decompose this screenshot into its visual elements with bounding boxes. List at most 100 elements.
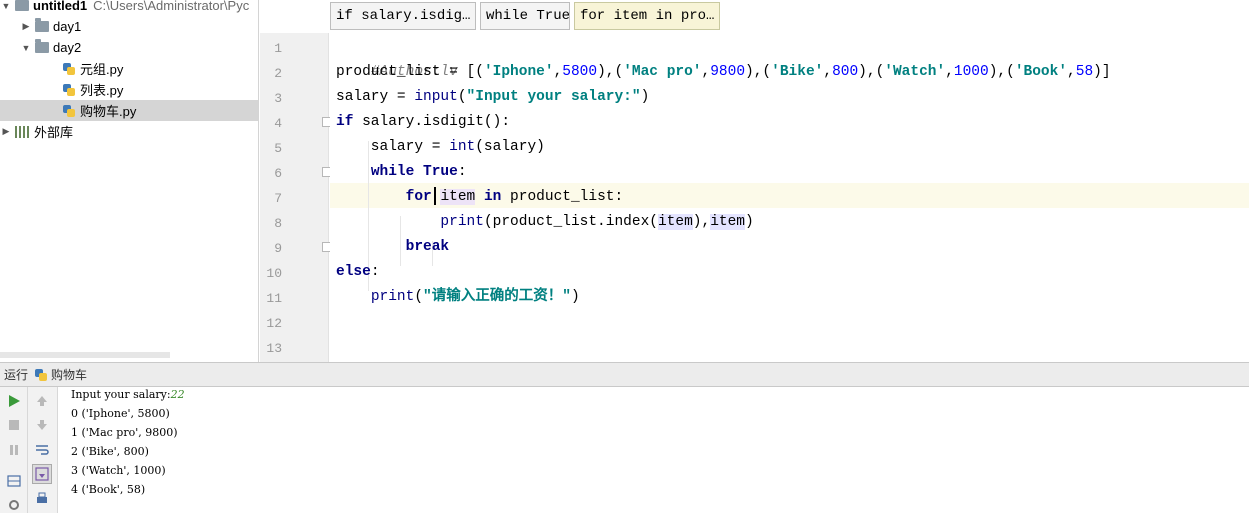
keyword: for xyxy=(405,189,432,205)
run-toolbar xyxy=(0,387,28,513)
breadcrumb-for[interactable]: for item in pro… xyxy=(574,2,720,30)
keyword: if xyxy=(336,114,354,130)
gear-icon xyxy=(9,500,19,510)
number-literal: 1000 xyxy=(953,64,989,80)
tree-item-label: day1 xyxy=(53,19,82,34)
code-token: ) xyxy=(745,214,754,230)
line-number: 6 xyxy=(274,166,282,181)
settings-button[interactable] xyxy=(4,495,24,513)
console-user-input: 22 xyxy=(170,388,185,401)
code-line-1: #Author:lv xyxy=(336,35,458,80)
wrap-icon xyxy=(36,445,49,455)
line-number: 2 xyxy=(274,66,282,81)
tree-root[interactable]: ▼ untitled1 C:\Users\Administrator\Pyc xyxy=(0,0,258,16)
line-number: 11 xyxy=(266,291,282,306)
arrow-up-icon xyxy=(37,396,47,406)
console-line: 3 ('Watch', 1000) xyxy=(71,464,166,477)
breadcrumb-while[interactable]: while True xyxy=(480,2,570,30)
keyword: in xyxy=(483,189,502,205)
code-token: (salary) xyxy=(475,139,545,155)
variable-highlight: item xyxy=(710,214,745,230)
code-token: salary.isdigit(): xyxy=(353,114,511,130)
run-config-name[interactable]: 购物车 xyxy=(51,366,87,383)
tree-item-label: 外部库 xyxy=(34,125,74,140)
run-tab-label[interactable]: 运行 xyxy=(4,366,28,383)
scroll-to-end-button[interactable] xyxy=(32,464,52,484)
tree-item-day1[interactable]: ▶ day1 xyxy=(0,16,258,37)
scroll-end-icon xyxy=(35,467,49,481)
horizontal-scrollbar[interactable] xyxy=(0,352,170,358)
layout-button[interactable] xyxy=(4,471,24,491)
arrow-down-icon xyxy=(37,420,47,430)
variable-highlight: item xyxy=(440,189,476,205)
builtin-function: print xyxy=(370,289,415,305)
folder-icon xyxy=(15,0,29,11)
stop-button[interactable] xyxy=(4,415,24,435)
chevron-down-icon[interactable]: ▼ xyxy=(0,1,12,11)
console-line: 2 ('Bike', 800) xyxy=(71,445,149,458)
line-number: 5 xyxy=(274,141,282,156)
tree-item-file[interactable]: 列表.py xyxy=(0,79,258,100)
tree-item-external-libraries[interactable]: ▶ 外部库 xyxy=(0,121,258,142)
line-number: 9 xyxy=(274,241,282,256)
string-literal: 'Bike' xyxy=(771,64,824,80)
layout-icon xyxy=(7,475,21,487)
tree-item-label: 列表.py xyxy=(80,83,124,98)
python-file-icon xyxy=(34,368,48,382)
folder-icon xyxy=(35,39,49,53)
project-path: C:\Users\Administrator\Pyc xyxy=(93,0,250,13)
line-number: 8 xyxy=(274,216,282,231)
code-line-11: print("请输入正确的工资！") xyxy=(370,289,580,305)
console-line: Input your salary:22 xyxy=(71,385,185,404)
tree-item-label: 购物车.py xyxy=(80,104,137,119)
builtin-function: input xyxy=(414,89,458,105)
line-number: 3 xyxy=(274,91,282,106)
string-literal: "请输入正确的工资！" xyxy=(423,289,571,305)
code-line-4: if salary.isdigit(): xyxy=(336,110,510,135)
chevron-right-icon[interactable]: ▶ xyxy=(0,126,12,137)
chevron-right-icon[interactable]: ▶ xyxy=(20,21,32,32)
soft-wrap-button[interactable] xyxy=(32,440,52,460)
scroll-down-button[interactable] xyxy=(32,415,52,435)
tree-item-file[interactable]: 元组.py xyxy=(0,58,258,79)
console-prompt: Input your salary: xyxy=(71,388,171,401)
keyword: else xyxy=(336,264,371,280)
string-literal: 'Mac pro' xyxy=(623,64,702,80)
project-panel: ▼ untitled1 C:\Users\Administrator\Pyc ▶… xyxy=(0,0,259,362)
code-token: product_list = [( xyxy=(336,64,484,80)
number-literal: 58 xyxy=(1075,64,1094,80)
string-literal: "Input your salary:" xyxy=(466,89,641,105)
code-line-8: print(product_list.index(item),item) xyxy=(336,210,754,235)
rerun-button[interactable] xyxy=(4,391,24,411)
code-editor[interactable]: #Author:lv product_list = [('Iphone',580… xyxy=(330,33,1249,362)
tree-item-day2[interactable]: ▼ day2 xyxy=(0,37,258,58)
line-number: 4 xyxy=(274,116,282,131)
number-literal: 800 xyxy=(832,64,859,80)
print-button[interactable] xyxy=(32,489,52,509)
line-number: 10 xyxy=(266,266,282,281)
python-file-icon xyxy=(62,104,76,118)
console-line: 4 ('Book', 58) xyxy=(71,483,146,496)
number-literal: 5800 xyxy=(562,64,598,80)
scroll-up-button[interactable] xyxy=(32,391,52,411)
line-number: 12 xyxy=(266,316,282,331)
code-token: (product_list.index( xyxy=(483,214,658,230)
console-line: 1 ('Mac pro', 9800) xyxy=(71,426,178,439)
text-caret xyxy=(434,187,436,205)
pause-button[interactable] xyxy=(4,440,24,460)
string-literal: 'Watch' xyxy=(884,64,946,80)
tree-item-file-selected[interactable]: 购物车.py xyxy=(0,100,258,121)
project-name: untitled1 xyxy=(33,0,88,13)
run-panel-header: 运行 购物车 xyxy=(0,362,1249,387)
chevron-down-icon[interactable]: ▼ xyxy=(20,43,32,53)
pause-icon xyxy=(10,445,18,455)
breadcrumb-if[interactable]: if salary.isdig… xyxy=(330,2,476,30)
code-line-2: product_list = [('Iphone',5800),('Mac pr… xyxy=(336,64,1111,80)
console-output[interactable]: Input your salary:22 0 ('Iphone', 5800) … xyxy=(59,387,1249,513)
play-icon xyxy=(9,395,20,407)
keyword: while True xyxy=(370,164,458,180)
keyword: break xyxy=(405,239,450,255)
library-icon xyxy=(15,125,29,138)
line-number: 1 xyxy=(274,41,282,56)
python-file-icon xyxy=(62,83,76,97)
